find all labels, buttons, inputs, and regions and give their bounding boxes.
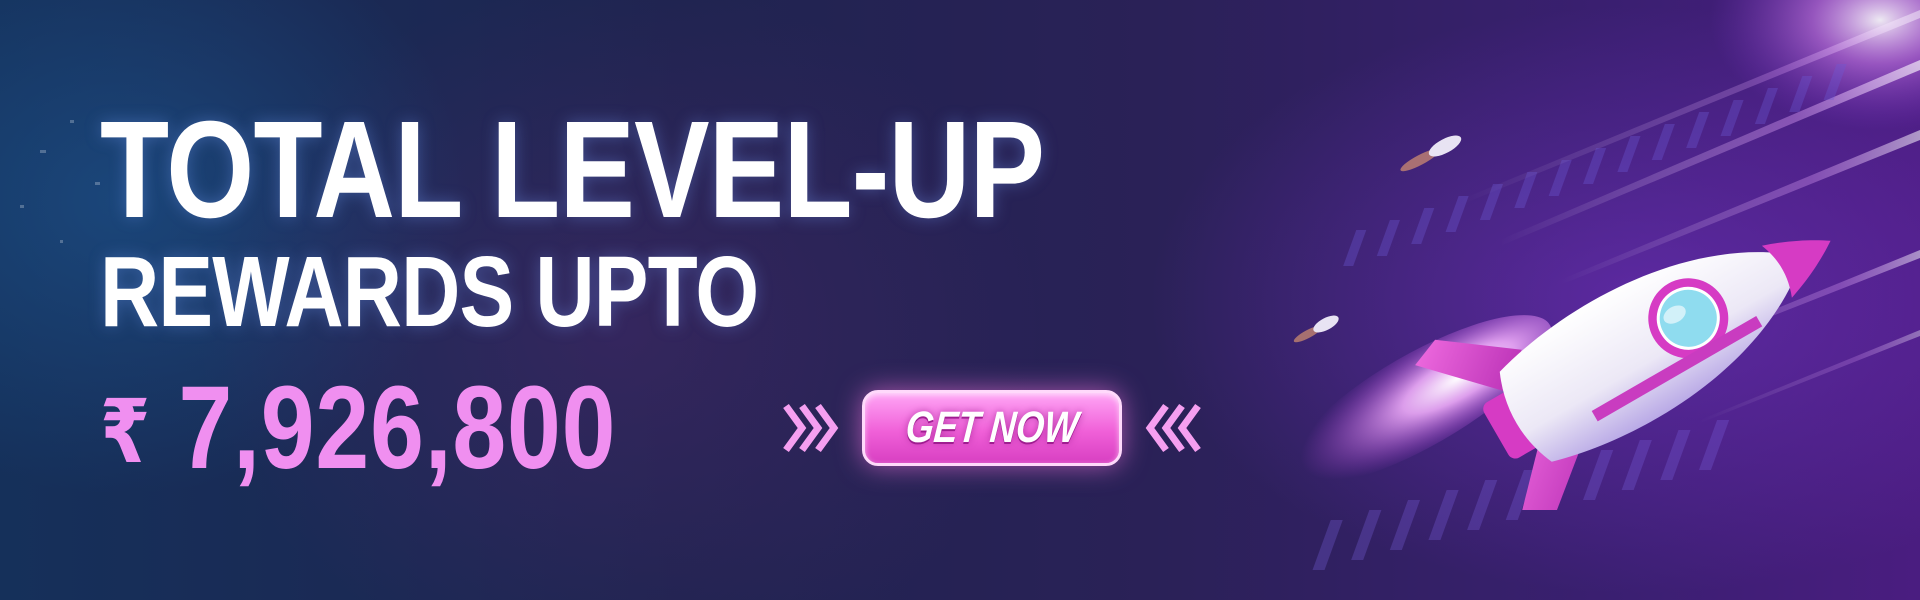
promo-banner: TOTAL LEVEL-UP REWARDS UPTO ₹ 7,926,800 … — [0, 0, 1920, 600]
rupee-symbol: ₹ — [100, 382, 151, 481]
reward-amount-value: 7,926,800 — [178, 362, 617, 494]
headline: TOTAL LEVEL-UP REWARDS UPTO — [100, 93, 1045, 348]
get-now-button[interactable]: GET NOW — [862, 390, 1122, 466]
headline-line-2: REWARDS UPTO — [100, 236, 759, 348]
headline-line-1: TOTAL LEVEL-UP — [100, 93, 1045, 247]
reward-amount: ₹ 7,926,800 — [100, 368, 616, 488]
rocket-icon — [1290, 240, 1831, 510]
small-rocket-icon — [1400, 135, 1462, 172]
chevrons-right-icon — [778, 400, 842, 456]
get-now-label: GET NOW — [903, 403, 1081, 452]
chevrons-left-icon — [1142, 400, 1206, 456]
